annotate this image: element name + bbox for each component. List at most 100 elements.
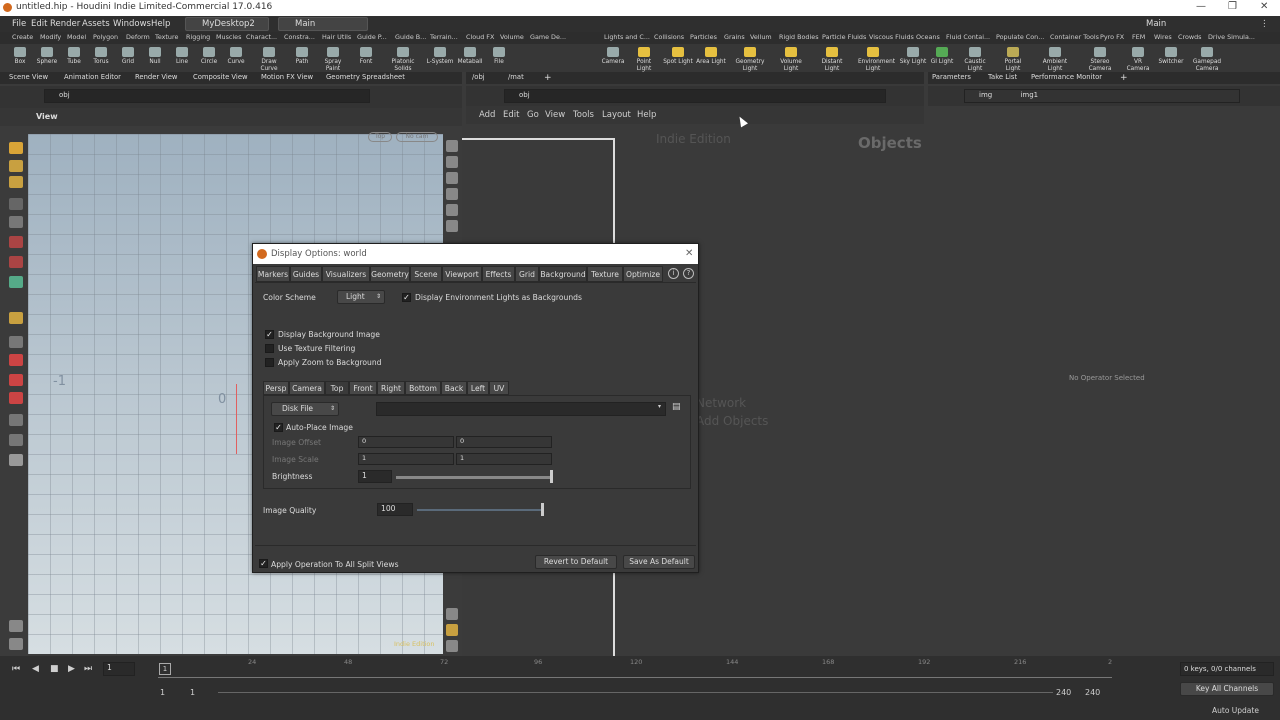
image-quality-slider-handle[interactable]: [541, 503, 544, 516]
network-path-field[interactable]: obj: [504, 89, 886, 103]
display-option-icon[interactable]: [446, 140, 458, 152]
info-icon[interactable]: [446, 608, 458, 620]
add-tab-icon[interactable]: +: [544, 73, 552, 83]
range-slider[interactable]: [218, 692, 1053, 693]
shelf-tab[interactable]: Volume: [500, 33, 524, 41]
tool-caustic-light[interactable]: Caustic Light: [960, 46, 990, 72]
tool-volume-light[interactable]: Volume Light: [776, 46, 806, 72]
tool-vr-camera[interactable]: VR Camera: [1123, 46, 1153, 72]
shelf-tab[interactable]: Collisions: [654, 33, 684, 41]
image-quality-field[interactable]: 100: [377, 503, 413, 516]
shelf-tab[interactable]: Game De...: [530, 33, 566, 41]
tool-point-light[interactable]: Point Light: [629, 46, 659, 72]
tool-circle[interactable]: Circle: [194, 46, 224, 72]
tool-spot-light[interactable]: Spot Light: [663, 46, 693, 72]
view-tab-right[interactable]: Right: [377, 381, 405, 395]
shelf-tab[interactable]: Populate Con...: [996, 33, 1044, 41]
brightness-slider-handle[interactable]: [550, 470, 553, 483]
tab-animation-editor[interactable]: Animation Editor: [64, 73, 121, 81]
shelf-tab[interactable]: Deform: [126, 33, 150, 41]
network-menu-layout[interactable]: Layout: [602, 110, 631, 120]
image-quality-slider[interactable]: [417, 509, 543, 511]
tool-draw-curve[interactable]: Draw Curve: [254, 46, 284, 72]
shelf-tab[interactable]: Viscous Fluids: [869, 33, 914, 41]
network-menu-edit[interactable]: Edit: [503, 110, 519, 120]
params-path-field[interactable]: img img1: [964, 89, 1240, 103]
shelf-tab[interactable]: Oceans: [916, 33, 940, 41]
shelf-tab[interactable]: Vellum: [750, 33, 772, 41]
tool-torus[interactable]: Torus: [86, 46, 116, 72]
start-frame-2[interactable]: 1: [190, 688, 195, 697]
tool-lsystem[interactable]: L-System: [425, 46, 455, 72]
edit-tool-icon[interactable]: [9, 256, 23, 268]
tool-spray-paint[interactable]: Spray Paint: [318, 46, 348, 72]
tool-null[interactable]: Null: [140, 46, 170, 72]
shelf-tab[interactable]: Guide B...: [395, 33, 426, 41]
shelf-tab[interactable]: Modify: [40, 33, 61, 41]
view-tab-uv[interactable]: UV: [489, 381, 509, 395]
tab-composite-view[interactable]: Composite View: [193, 73, 248, 81]
menu-assets[interactable]: Assets: [82, 19, 110, 29]
start-frame[interactable]: 1: [160, 688, 165, 697]
shelf-tab[interactable]: Pyro FX: [1100, 33, 1124, 41]
tab-obj[interactable]: /obj: [472, 73, 485, 81]
menu-file[interactable]: File: [12, 19, 26, 29]
info-icon[interactable]: i: [668, 268, 679, 279]
close-button[interactable]: ✕: [1260, 1, 1268, 12]
tool-line[interactable]: Line: [167, 46, 197, 72]
shelf-tab[interactable]: Lights and C...: [604, 33, 650, 41]
timeline-cursor[interactable]: 1: [159, 663, 171, 675]
tool-portal-light[interactable]: Portal Light: [998, 46, 1028, 72]
tab-effects[interactable]: Effects: [482, 266, 515, 282]
desktop-selector[interactable]: MyDesktop2: [185, 17, 269, 31]
view-tab-camera[interactable]: Camera: [289, 381, 325, 395]
menu-render[interactable]: Render: [50, 19, 80, 29]
viewport-persp-menu[interactable]: Top: [368, 132, 392, 142]
shelf-tab[interactable]: Rigging: [186, 33, 210, 41]
view-tab-top[interactable]: Top: [325, 381, 349, 395]
tab-texture[interactable]: Texture: [587, 266, 623, 282]
tab-take-list[interactable]: Take List: [988, 73, 1017, 81]
tool-gi-light[interactable]: GI Light: [927, 46, 957, 72]
network-menu-help[interactable]: Help: [637, 110, 656, 120]
brightness-field[interactable]: 1: [358, 470, 392, 483]
dialog-close-icon[interactable]: ✕: [685, 244, 693, 264]
shelf-tab[interactable]: Terrain...: [430, 33, 458, 41]
tab-guides[interactable]: Guides: [290, 266, 322, 282]
tab-parameters[interactable]: Parameters: [932, 73, 971, 81]
move-tool-icon[interactable]: [9, 160, 23, 172]
shelf-tab[interactable]: Create: [12, 33, 33, 41]
play-icon[interactable]: ▶: [68, 664, 75, 674]
tool-metaball[interactable]: Metaball: [455, 46, 485, 72]
magnet-icon[interactable]: [9, 392, 23, 404]
view-tab-bottom[interactable]: Bottom: [405, 381, 441, 395]
display-bg-checkbox[interactable]: ✓: [265, 330, 274, 339]
tab-geometry-spreadsheet[interactable]: Geometry Spreadsheet: [326, 73, 405, 81]
current-frame-field[interactable]: 1: [103, 662, 135, 676]
tab-motion-fx-view[interactable]: Motion FX View: [261, 73, 313, 81]
shelf-tab[interactable]: FEM: [1132, 33, 1145, 41]
color-scheme-select[interactable]: Light ⇕: [337, 290, 385, 304]
shelf-tab[interactable]: Crowds: [1178, 33, 1201, 41]
tool-gamepad-camera[interactable]: Gamepad Camera: [1192, 46, 1222, 72]
shelf-tab[interactable]: Texture: [155, 33, 178, 41]
shelf-tab[interactable]: Particle Fluids: [822, 33, 866, 41]
tool-sky-light[interactable]: Sky Light: [898, 46, 928, 72]
tool-geometry-light[interactable]: Geometry Light: [735, 46, 765, 72]
point-snap-icon[interactable]: [9, 354, 23, 366]
shelf-tab[interactable]: Fluid Contai...: [946, 33, 990, 41]
menu-more-icon[interactable]: ⋮: [1260, 19, 1269, 29]
tab-performance-monitor[interactable]: Performance Monitor: [1031, 73, 1102, 81]
lock-tool-icon[interactable]: [9, 216, 23, 228]
help-icon[interactable]: ?: [683, 268, 694, 279]
tab-viewport[interactable]: Viewport: [442, 266, 482, 282]
auto-place-checkbox[interactable]: ✓: [274, 423, 283, 432]
tab-optimize[interactable]: Optimize: [623, 266, 663, 282]
pose-tool-icon[interactable]: [9, 198, 23, 210]
light-icon[interactable]: [9, 454, 23, 466]
shelf-tab[interactable]: Charact...: [246, 33, 277, 41]
grid-snap-icon[interactable]: [9, 336, 23, 348]
stop-icon[interactable]: ■: [50, 664, 59, 674]
tool-platonic[interactable]: Platonic Solids: [388, 46, 418, 72]
tool-file[interactable]: File: [484, 46, 514, 72]
